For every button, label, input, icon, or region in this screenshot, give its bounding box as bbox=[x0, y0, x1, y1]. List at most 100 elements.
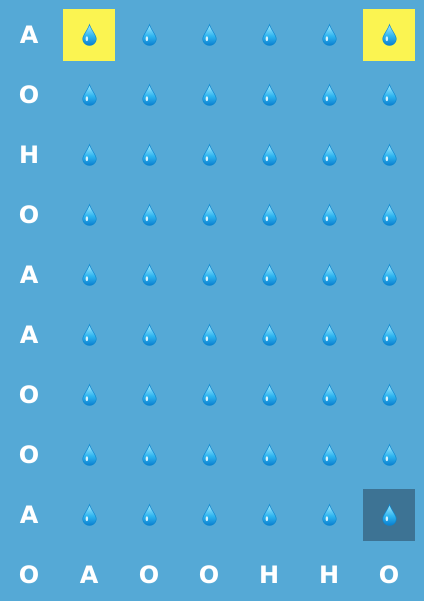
grid-cell[interactable] bbox=[63, 429, 115, 481]
grid-cell-highlighted[interactable] bbox=[363, 9, 415, 61]
grid-cell[interactable] bbox=[303, 129, 355, 181]
grid-cell[interactable] bbox=[363, 369, 415, 421]
water-drop-icon bbox=[381, 143, 397, 166]
grid-cell[interactable] bbox=[363, 309, 415, 361]
water-drop-icon bbox=[201, 323, 217, 346]
grid-cell[interactable] bbox=[363, 189, 415, 241]
grid-cell[interactable] bbox=[63, 69, 115, 121]
water-drop-icon bbox=[201, 143, 217, 166]
grid-cell[interactable] bbox=[243, 9, 295, 61]
column-label: O bbox=[378, 561, 400, 589]
column-label: H bbox=[258, 561, 280, 589]
water-drop-icon bbox=[261, 23, 277, 46]
water-drop-icon bbox=[321, 143, 337, 166]
water-drop-icon bbox=[81, 443, 97, 466]
grid-cell[interactable] bbox=[243, 249, 295, 301]
water-drop-icon bbox=[321, 443, 337, 466]
grid-cell[interactable] bbox=[303, 309, 355, 361]
grid-cell[interactable] bbox=[123, 489, 175, 541]
grid-cell[interactable] bbox=[123, 129, 175, 181]
grid-cell[interactable] bbox=[183, 9, 235, 61]
water-drop-icon bbox=[201, 443, 217, 466]
grid-cell[interactable] bbox=[183, 189, 235, 241]
water-drop-icon bbox=[381, 23, 397, 46]
column-label: A bbox=[79, 561, 99, 589]
water-drop-icon bbox=[141, 23, 157, 46]
water-drop-icon bbox=[141, 203, 157, 226]
water-drop-icon bbox=[261, 503, 277, 526]
grid-cell[interactable] bbox=[123, 249, 175, 301]
row-label: A bbox=[19, 21, 39, 49]
water-drop-icon bbox=[381, 323, 397, 346]
water-drop-icon bbox=[321, 263, 337, 286]
water-drop-icon bbox=[201, 383, 217, 406]
water-drop-icon bbox=[201, 263, 217, 286]
grid-cell[interactable] bbox=[363, 69, 415, 121]
grid-cell[interactable] bbox=[183, 69, 235, 121]
grid-cell[interactable] bbox=[183, 369, 235, 421]
grid-cell[interactable] bbox=[303, 9, 355, 61]
grid-cell[interactable] bbox=[243, 369, 295, 421]
grid-cell[interactable] bbox=[243, 189, 295, 241]
row-label: A bbox=[19, 261, 39, 289]
grid-cell[interactable] bbox=[123, 429, 175, 481]
water-drop-icon bbox=[81, 143, 97, 166]
grid-cell[interactable] bbox=[123, 69, 175, 121]
grid-cell[interactable] bbox=[303, 429, 355, 481]
grid-cell[interactable] bbox=[363, 129, 415, 181]
water-drop-icon bbox=[141, 143, 157, 166]
water-drop-icon bbox=[141, 503, 157, 526]
grid-cell[interactable] bbox=[363, 429, 415, 481]
water-drop-icon bbox=[261, 443, 277, 466]
grid-cell-highlighted[interactable] bbox=[363, 489, 415, 541]
water-drop-icon bbox=[321, 323, 337, 346]
water-drop-icon bbox=[81, 83, 97, 106]
grid-cell[interactable] bbox=[63, 369, 115, 421]
row-label: A bbox=[19, 501, 39, 529]
grid-cell[interactable] bbox=[183, 249, 235, 301]
row-label: O bbox=[18, 381, 40, 409]
grid-cell[interactable] bbox=[123, 369, 175, 421]
grid-cell[interactable] bbox=[243, 129, 295, 181]
water-drop-icon bbox=[381, 263, 397, 286]
grid-cell[interactable] bbox=[183, 309, 235, 361]
grid-cell[interactable] bbox=[123, 189, 175, 241]
water-drop-icon bbox=[81, 203, 97, 226]
water-drop-icon bbox=[201, 203, 217, 226]
water-drop-icon bbox=[381, 443, 397, 466]
grid-cell[interactable] bbox=[243, 489, 295, 541]
grid-cell[interactable] bbox=[63, 129, 115, 181]
grid-cell[interactable] bbox=[183, 129, 235, 181]
grid-cell[interactable] bbox=[63, 309, 115, 361]
grid-cell[interactable] bbox=[363, 249, 415, 301]
water-drop-icon bbox=[381, 503, 397, 526]
grid-cell[interactable] bbox=[303, 189, 355, 241]
grid-cell[interactable] bbox=[123, 9, 175, 61]
grid-cell[interactable] bbox=[63, 189, 115, 241]
row-label: O bbox=[18, 81, 40, 109]
grid-cell[interactable] bbox=[303, 69, 355, 121]
water-drop-icon bbox=[321, 383, 337, 406]
grid-cell[interactable] bbox=[303, 489, 355, 541]
grid-cell[interactable] bbox=[243, 309, 295, 361]
grid-cell[interactable] bbox=[303, 369, 355, 421]
grid-cell[interactable] bbox=[63, 489, 115, 541]
column-label: H bbox=[318, 561, 340, 589]
water-drop-icon bbox=[141, 443, 157, 466]
grid-cell[interactable] bbox=[123, 309, 175, 361]
grid-cell[interactable] bbox=[183, 489, 235, 541]
grid-cell[interactable] bbox=[63, 249, 115, 301]
water-drop-icon bbox=[261, 323, 277, 346]
water-drop-icon bbox=[321, 203, 337, 226]
grid-cell[interactable] bbox=[303, 249, 355, 301]
game-board: A O H O A A O O A O A O O H H O bbox=[0, 0, 424, 601]
column-label: O bbox=[198, 561, 220, 589]
grid-cell-highlighted[interactable] bbox=[63, 9, 115, 61]
water-drop-icon bbox=[141, 263, 157, 286]
grid-cell[interactable] bbox=[183, 429, 235, 481]
grid-cell[interactable] bbox=[243, 69, 295, 121]
grid-cell[interactable] bbox=[243, 429, 295, 481]
water-drop-icon bbox=[261, 143, 277, 166]
water-drop-icon bbox=[81, 503, 97, 526]
water-drop-icon bbox=[81, 263, 97, 286]
